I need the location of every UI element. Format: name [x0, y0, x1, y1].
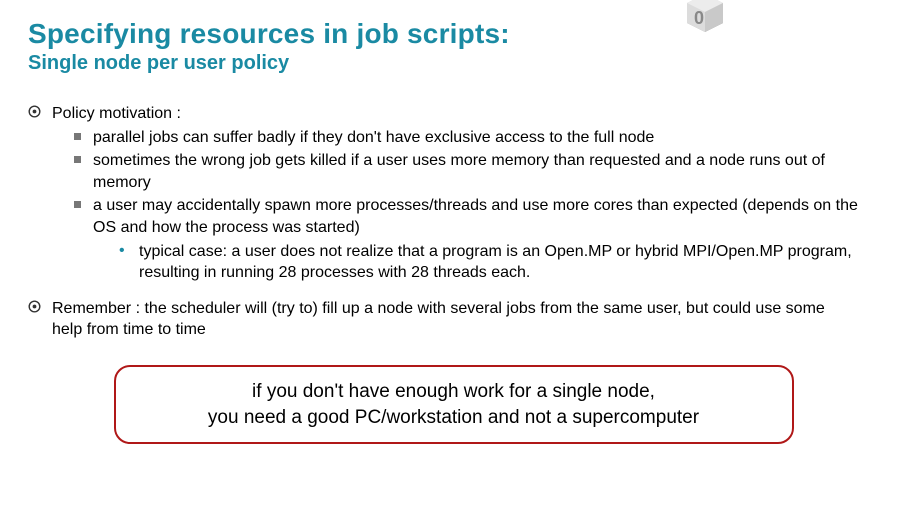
body-text: parallel jobs can suffer badly if they d… [81, 127, 859, 149]
body-text: a user may accidentally spawn more proce… [93, 197, 858, 236]
slide-body: Policy motivation : parallel jobs can su… [28, 103, 879, 341]
list-item: a user may accidentally spawn more proce… [74, 195, 859, 283]
callout-line: if you don't have enough work for a sing… [134, 379, 774, 405]
list-item: parallel jobs can suffer badly if they d… [74, 127, 859, 149]
callout-line: you need a good PC/workstation and not a… [134, 405, 774, 431]
square-bullet-icon [74, 201, 81, 208]
square-bullet-icon [74, 156, 81, 163]
list-item: • typical case: a user does not realize … [93, 241, 859, 284]
list-item: sometimes the wrong job gets killed if a… [74, 150, 859, 193]
circle-dot-icon [28, 300, 42, 313]
circle-dot-icon [28, 105, 42, 118]
callout-box: if you don't have enough work for a sing… [114, 365, 794, 444]
body-text: typical case: a user does not realize th… [131, 241, 859, 284]
slide-subtitle: Single node per user policy [28, 52, 879, 75]
dot-bullet-icon: • [119, 243, 131, 259]
body-text: Policy motivation : [52, 105, 181, 122]
list-item: Remember : the scheduler will (try to) f… [28, 298, 859, 341]
list-item: Policy motivation : parallel jobs can su… [28, 103, 859, 284]
body-text: sometimes the wrong job gets killed if a… [81, 150, 859, 193]
slide-title: Specifying resources in job scripts: [28, 18, 879, 50]
body-text: Remember : the scheduler will (try to) f… [42, 298, 859, 341]
square-bullet-icon [74, 133, 81, 140]
